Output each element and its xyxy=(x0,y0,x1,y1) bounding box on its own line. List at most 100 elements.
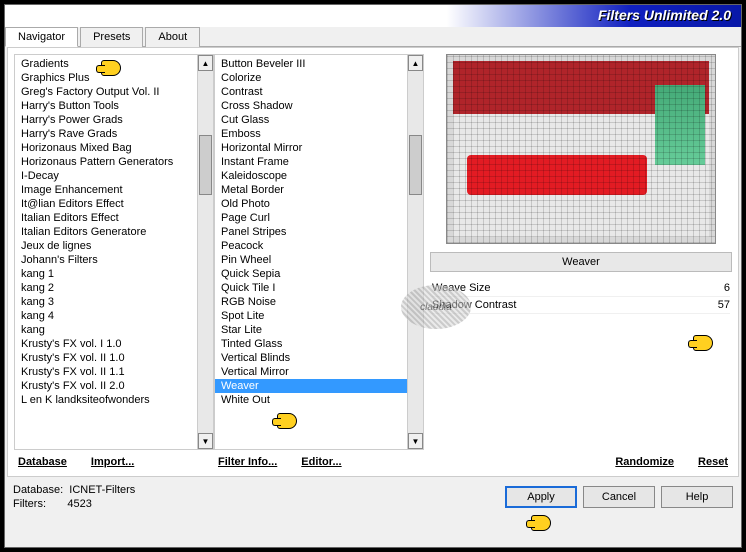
list-item[interactable]: Harry's Power Grads xyxy=(15,113,197,127)
tab-presets[interactable]: Presets xyxy=(80,27,143,47)
list-item[interactable]: Gradients xyxy=(15,57,197,71)
help-button[interactable]: Help xyxy=(661,486,733,508)
category-list-box: GradientsGraphics PlusGreg's Factory Out… xyxy=(14,54,214,450)
list-item[interactable]: kang 2 xyxy=(15,281,197,295)
list-item[interactable]: Horizonaus Pattern Generators xyxy=(15,155,197,169)
list-item[interactable]: Krusty's FX vol. II 2.0 xyxy=(15,379,197,393)
list-item[interactable]: Jeux de lignes xyxy=(15,239,197,253)
filters-count: 4523 xyxy=(67,498,91,510)
list-item[interactable]: Graphics Plus xyxy=(15,71,197,85)
list-item[interactable]: Tinted Glass xyxy=(215,337,407,351)
list-item[interactable]: Horizontal Mirror xyxy=(215,141,407,155)
list-item[interactable]: Quick Sepia xyxy=(215,267,407,281)
footer-buttons: Apply Cancel Help xyxy=(505,486,733,508)
list-item[interactable]: kang 4 xyxy=(15,309,197,323)
list-item[interactable]: Harry's Button Tools xyxy=(15,99,197,113)
scroll-thumb[interactable] xyxy=(409,135,422,195)
database-label: Database: xyxy=(13,484,63,496)
list-item[interactable]: kang 3 xyxy=(15,295,197,309)
param-value: 57 xyxy=(718,299,730,311)
dialog-window: Filters Unlimited 2.0 Navigator Presets … xyxy=(4,4,742,548)
scroll-down-icon[interactable]: ▼ xyxy=(408,433,423,449)
list-item[interactable]: Greg's Factory Output Vol. II xyxy=(15,85,197,99)
list-item[interactable]: Italian Editors Generatore xyxy=(15,225,197,239)
scroll-up-icon[interactable]: ▲ xyxy=(198,55,213,71)
list-item[interactable]: Old Photo xyxy=(215,197,407,211)
list-item[interactable]: It@lian Editors Effect xyxy=(15,197,197,211)
filter-list[interactable]: Button Beveler IIIColorizeContrastCross … xyxy=(215,55,407,449)
list-item[interactable]: Button Beveler III xyxy=(215,57,407,71)
preview-image[interactable] xyxy=(446,54,716,244)
dialog-title: Filters Unlimited 2.0 xyxy=(598,7,731,23)
list-item[interactable]: Weaver xyxy=(215,379,407,393)
list-item[interactable]: I-Decay xyxy=(15,169,197,183)
list-item[interactable]: Pin Wheel xyxy=(215,253,407,267)
list-item[interactable]: RGB Noise xyxy=(215,295,407,309)
tab-navigator[interactable]: Navigator xyxy=(5,27,78,47)
param-value: 6 xyxy=(724,282,730,294)
list-item[interactable]: Emboss xyxy=(215,127,407,141)
list-item[interactable]: Vertical Mirror xyxy=(215,365,407,379)
list-item[interactable]: Quick Tile I xyxy=(215,281,407,295)
list-item[interactable]: Krusty's FX vol. I 1.0 xyxy=(15,337,197,351)
list-item[interactable]: Kaleidoscope xyxy=(215,169,407,183)
category-links: Database Import... xyxy=(14,450,214,470)
pointer-hand-icon xyxy=(531,515,559,537)
list-item[interactable]: Colorize xyxy=(215,71,407,85)
list-item[interactable]: Page Curl xyxy=(215,211,407,225)
list-item[interactable]: L en K landksiteofwonders xyxy=(15,393,197,407)
main-panel: GradientsGraphics PlusGreg's Factory Out… xyxy=(7,47,739,477)
list-item[interactable]: Johann's Filters xyxy=(15,253,197,267)
list-item[interactable]: Metal Border xyxy=(215,183,407,197)
filter-links: Filter Info... Editor... xyxy=(214,450,424,470)
reset-link[interactable]: Reset xyxy=(698,456,728,468)
list-item[interactable]: Contrast xyxy=(215,85,407,99)
list-item[interactable]: Star Lite xyxy=(215,323,407,337)
filter-list-box: Button Beveler IIIColorizeContrastCross … xyxy=(214,54,424,450)
scroll-down-icon[interactable]: ▼ xyxy=(198,433,213,449)
footer-info: Database: ICNET-Filters Filters: 4523 xyxy=(13,483,135,511)
list-item[interactable]: Vertical Blinds xyxy=(215,351,407,365)
list-item[interactable]: Peacock xyxy=(215,239,407,253)
category-scrollbar[interactable]: ▲ ▼ xyxy=(197,55,213,449)
list-item[interactable]: Panel Stripes xyxy=(215,225,407,239)
preview-column: Weaver Weave Size6Shadow Contrast57 Rand… xyxy=(424,54,732,470)
parameter-panel: Weave Size6Shadow Contrast57 xyxy=(430,276,732,318)
list-item[interactable]: Italian Editors Effect xyxy=(15,211,197,225)
database-value: ICNET-Filters xyxy=(69,484,135,496)
randomize-link[interactable]: Randomize xyxy=(615,456,674,468)
filterinfo-link[interactable]: Filter Info... xyxy=(218,456,277,468)
cancel-button[interactable]: Cancel xyxy=(583,486,655,508)
editor-link[interactable]: Editor... xyxy=(301,456,341,468)
param-row[interactable]: Weave Size6 xyxy=(432,280,730,297)
apply-button[interactable]: Apply xyxy=(505,486,577,508)
database-link[interactable]: Database xyxy=(18,456,67,468)
scroll-thumb[interactable] xyxy=(199,135,212,195)
import-link[interactable]: Import... xyxy=(91,456,134,468)
list-item[interactable]: Horizonaus Mixed Bag xyxy=(15,141,197,155)
list-item[interactable]: White Out xyxy=(215,393,407,407)
list-item[interactable]: Image Enhancement xyxy=(15,183,197,197)
list-item[interactable]: Instant Frame xyxy=(215,155,407,169)
filter-column: Button Beveler IIIColorizeContrastCross … xyxy=(214,54,424,470)
footer: Database: ICNET-Filters Filters: 4523 Ap… xyxy=(5,477,741,517)
list-item[interactable]: kang xyxy=(15,323,197,337)
list-item[interactable]: Krusty's FX vol. II 1.0 xyxy=(15,351,197,365)
titlebar: Filters Unlimited 2.0 xyxy=(5,5,741,27)
list-item[interactable]: Cut Glass xyxy=(215,113,407,127)
scroll-up-icon[interactable]: ▲ xyxy=(408,55,423,71)
category-column: GradientsGraphics PlusGreg's Factory Out… xyxy=(14,54,214,470)
list-item[interactable]: Cross Shadow xyxy=(215,99,407,113)
list-item[interactable]: kang 1 xyxy=(15,267,197,281)
list-item[interactable]: Harry's Rave Grads xyxy=(15,127,197,141)
filter-scrollbar[interactable]: ▲ ▼ xyxy=(407,55,423,449)
preview-links: Randomize Reset xyxy=(430,450,732,470)
current-filter-name: Weaver xyxy=(430,252,732,272)
tab-bar: Navigator Presets About xyxy=(5,26,741,47)
list-item[interactable]: Spot Lite xyxy=(215,309,407,323)
preview-weave-overlay xyxy=(447,55,715,243)
list-item[interactable]: Krusty's FX vol. II 1.1 xyxy=(15,365,197,379)
category-list[interactable]: GradientsGraphics PlusGreg's Factory Out… xyxy=(15,55,197,449)
param-row[interactable]: Shadow Contrast57 xyxy=(432,297,730,314)
tab-about[interactable]: About xyxy=(145,27,200,47)
